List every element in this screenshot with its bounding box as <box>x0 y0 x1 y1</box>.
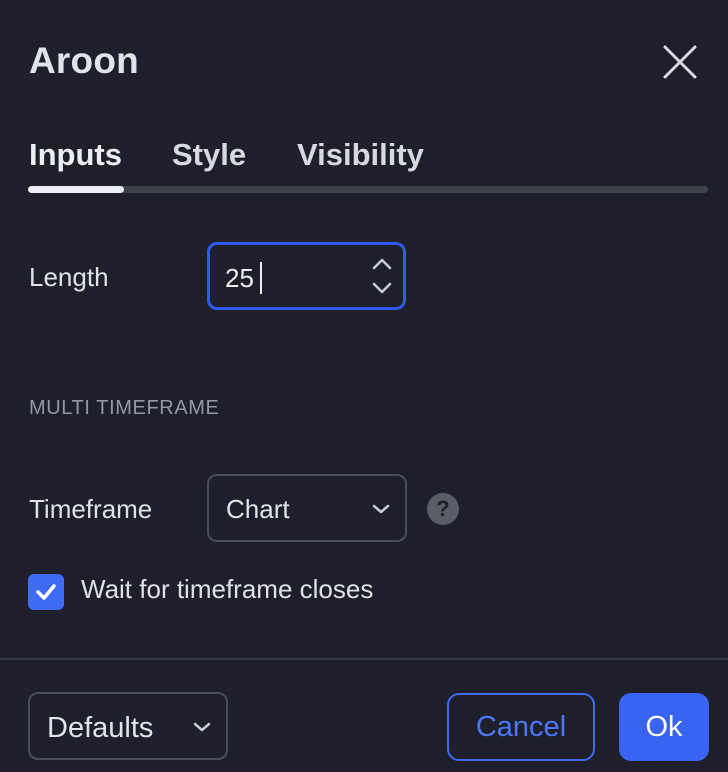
length-label: Length <box>29 262 109 292</box>
timeframe-select[interactable]: Chart <box>207 474 407 542</box>
ok-button[interactable]: Ok <box>619 693 709 761</box>
tab-visibility[interactable]: Visibility <box>297 137 424 173</box>
decrement-button[interactable] <box>370 279 394 297</box>
tab-inputs[interactable]: Inputs <box>29 137 122 173</box>
wait-timeframe-closes-checkbox[interactable] <box>28 574 64 610</box>
timeframe-selected-value: Chart <box>226 494 290 524</box>
chevron-down-icon <box>372 282 392 294</box>
footer-divider <box>0 658 728 660</box>
active-tab-indicator <box>28 186 124 193</box>
tab-track <box>28 186 708 193</box>
checkmark-icon <box>36 584 56 600</box>
chevron-up-icon <box>372 258 392 270</box>
timeframe-label: Timeframe <box>29 494 153 524</box>
section-title-multi-timeframe: MULTI TIMEFRAME <box>29 397 220 419</box>
defaults-label: Defaults <box>47 712 154 744</box>
indicator-settings-dialog: Aroon Inputs Style Visibility Length 25 … <box>0 0 728 772</box>
cancel-button[interactable]: Cancel <box>447 693 595 761</box>
length-input[interactable]: 25 <box>207 242 406 310</box>
defaults-dropdown[interactable]: Defaults <box>28 692 228 760</box>
tab-style[interactable]: Style <box>172 137 246 173</box>
close-icon <box>663 45 697 79</box>
question-mark-icon[interactable]: ? <box>427 493 459 525</box>
close-button[interactable] <box>658 40 702 84</box>
dialog-title: Aroon <box>29 40 139 81</box>
wait-timeframe-closes-label[interactable]: Wait for timeframe closes <box>81 574 373 605</box>
increment-button[interactable] <box>370 255 394 273</box>
chevron-down-icon <box>193 722 211 732</box>
length-value[interactable]: 25 <box>225 263 254 294</box>
chevron-down-icon <box>372 504 390 514</box>
text-caret <box>260 262 262 294</box>
